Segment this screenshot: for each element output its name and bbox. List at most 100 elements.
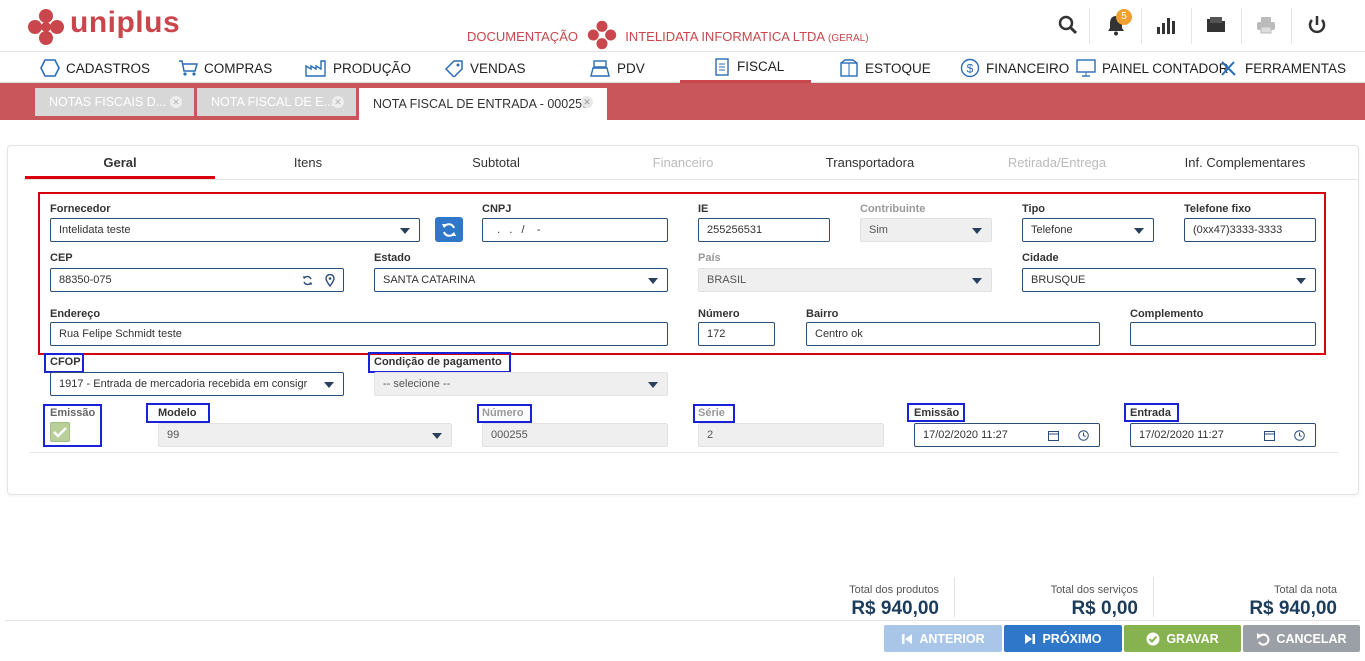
cfop-label: CFOP xyxy=(50,356,81,368)
map-pin-icon[interactable] xyxy=(325,274,335,287)
emissao-checkbox[interactable] xyxy=(50,422,70,442)
estado-select[interactable]: SANTA CATARINA xyxy=(374,268,668,292)
app-logo[interactable]: uniplus xyxy=(70,6,180,40)
estado-value: SANTA CATARINA xyxy=(383,274,476,286)
menu-vendas[interactable]: VENDAS xyxy=(444,53,526,83)
menu-financeiro[interactable]: $ FINANCEIRO xyxy=(960,53,1069,83)
bairro-input[interactable]: Centro ok xyxy=(806,322,1100,346)
search-icon[interactable] xyxy=(1053,10,1083,40)
tab-itens[interactable]: Itens xyxy=(228,155,388,170)
emissao-label: Emissão xyxy=(914,407,960,419)
chevron-down-icon xyxy=(1134,228,1144,234)
tab-geral[interactable]: Geral xyxy=(25,155,215,170)
menu-ferramentas[interactable]: FERRAMENTAS xyxy=(1219,53,1346,83)
emissao-check-label: Emissão xyxy=(50,407,96,419)
hexagon-icon xyxy=(40,59,60,77)
entrada-datetime[interactable]: 17/02/2020 11:27 xyxy=(1130,423,1316,447)
company-logo-icon xyxy=(587,20,616,50)
modelo-select[interactable]: 99 xyxy=(158,423,452,447)
printer-icon xyxy=(1251,10,1281,40)
main-menu: CADASTROS COMPRAS PRODUÇÃO VENDAS PDV FI… xyxy=(0,53,1365,83)
chevron-down-icon xyxy=(648,278,658,284)
modelo-label: Modelo xyxy=(158,407,197,419)
close-icon[interactable]: ✕ xyxy=(170,96,182,108)
close-icon[interactable]: ✕ xyxy=(332,96,344,108)
calendar-icon[interactable] xyxy=(1264,430,1275,441)
doc-tab-current[interactable]: NOTA FISCAL DE ENTRADA - 000255 ✕ xyxy=(359,88,607,120)
telefone-input[interactable]: (0xx47)3333-3333 xyxy=(1184,218,1316,242)
fornecedor-select[interactable]: Intelidata teste xyxy=(50,218,420,242)
emissao-datetime[interactable]: 17/02/2020 11:27 xyxy=(914,423,1100,447)
cep-input[interactable]: 88350-075 xyxy=(50,268,344,292)
calendar-icon[interactable] xyxy=(1048,430,1059,441)
close-icon[interactable]: ✕ xyxy=(581,96,593,108)
documentation-link[interactable]: DOCUMENTAÇÃO xyxy=(467,29,578,44)
top-bar: uniplus DOCUMENTAÇÃO INTELIDATA INFORMAT… xyxy=(0,0,1365,52)
numero-end-input[interactable]: 172 xyxy=(698,322,775,346)
chevron-down-icon xyxy=(324,382,334,388)
menu-cadastros[interactable]: CADASTROS xyxy=(40,53,150,83)
clock-icon[interactable] xyxy=(1078,430,1089,441)
telefone-label: Telefone fixo xyxy=(1184,203,1252,215)
entrada-value: 17/02/2020 11:27 xyxy=(1139,429,1224,441)
tipo-label: Tipo xyxy=(1022,203,1046,215)
total-servicos-value: R$ 0,00 xyxy=(1071,598,1138,619)
numero-end-label: Número xyxy=(698,308,740,320)
anterior-label: ANTERIOR xyxy=(919,631,985,646)
menu-label: PAINEL CONTADOR xyxy=(1102,60,1229,76)
tab-inf-complementares[interactable]: Inf. Complementares xyxy=(1165,155,1325,170)
refresh-icon xyxy=(442,222,456,237)
chevron-down-icon xyxy=(432,433,442,439)
tools-icon xyxy=(1221,61,1236,76)
cancelar-button[interactable]: CANCELAR xyxy=(1243,625,1360,652)
ie-input[interactable]: 255256531 xyxy=(698,218,830,242)
modelo-value: 99 xyxy=(167,429,180,441)
cfop-value: 1917 - Entrada de mercadoria recebida em… xyxy=(59,378,308,390)
cnpj-input[interactable]: . . / - xyxy=(482,218,668,242)
doc-tab-notas-fiscais[interactable]: NOTAS FISCAIS D... ✕ xyxy=(35,88,194,116)
bar-chart-icon[interactable] xyxy=(1151,10,1181,40)
cart-icon xyxy=(179,60,198,76)
tab-subtotal[interactable]: Subtotal xyxy=(416,155,576,170)
tab-transportadora[interactable]: Transportadora xyxy=(790,155,950,170)
tab-financeiro: Financeiro xyxy=(652,155,714,170)
skip-forward-icon xyxy=(1025,633,1036,644)
notification-badge: 5 xyxy=(1116,9,1132,25)
doc-tab-nota-fiscal-de-entrada[interactable]: NOTA FISCAL DE E... ✕ xyxy=(197,88,356,116)
folder-icon[interactable] xyxy=(1201,10,1231,40)
cidade-select[interactable]: BRUSQUE xyxy=(1022,268,1316,292)
check-circle-icon xyxy=(1146,632,1160,645)
cfop-select[interactable]: 1917 - Entrada de mercadoria recebida em… xyxy=(50,372,344,396)
menu-estoque[interactable]: ESTOQUE xyxy=(839,53,931,83)
power-icon[interactable] xyxy=(1302,10,1332,40)
complemento-input[interactable] xyxy=(1130,322,1316,346)
condicao-select[interactable]: -- selecione -- xyxy=(374,372,668,396)
menu-pdv[interactable]: PDV xyxy=(589,53,645,83)
tipo-select[interactable]: Telefone xyxy=(1022,218,1154,242)
menu-label: PDV xyxy=(617,60,645,76)
proximo-button[interactable]: PRÓXIMO xyxy=(1004,625,1122,652)
serie-input: 2 xyxy=(698,423,884,447)
menu-fiscal[interactable]: FISCAL xyxy=(680,53,811,83)
clock-icon[interactable] xyxy=(1294,430,1305,441)
dollar-icon: $ xyxy=(960,58,980,78)
numero-input: 000255 xyxy=(482,423,668,447)
anterior-button[interactable]: ANTERIOR xyxy=(884,625,1002,652)
contribuinte-select: Sim xyxy=(860,218,992,242)
ie-label: IE xyxy=(698,203,709,215)
company-name[interactable]: INTELIDATA INFORMATICA LTDA xyxy=(625,29,824,44)
contribuinte-label: Contribuinte xyxy=(860,203,926,215)
undo-icon xyxy=(1257,632,1270,646)
endereco-input[interactable]: Rua Felipe Schmidt teste xyxy=(50,322,668,346)
refresh-button[interactable] xyxy=(435,217,463,242)
gravar-button[interactable]: GRAVAR xyxy=(1124,625,1241,652)
tab-retirada-entrega: Retirada/Entrega xyxy=(1007,155,1107,170)
refresh-icon[interactable] xyxy=(302,275,313,286)
menu-producao[interactable]: PRODUÇÃO xyxy=(305,53,411,83)
total-nota-value: R$ 940,00 xyxy=(1249,598,1337,619)
total-produtos-value: R$ 940,00 xyxy=(851,598,939,619)
factory-icon xyxy=(305,60,326,77)
cnpj-label: CNPJ xyxy=(482,203,512,215)
menu-painel-contador[interactable]: PAINEL CONTADOR xyxy=(1076,53,1229,83)
menu-compras[interactable]: COMPRAS xyxy=(178,53,272,83)
